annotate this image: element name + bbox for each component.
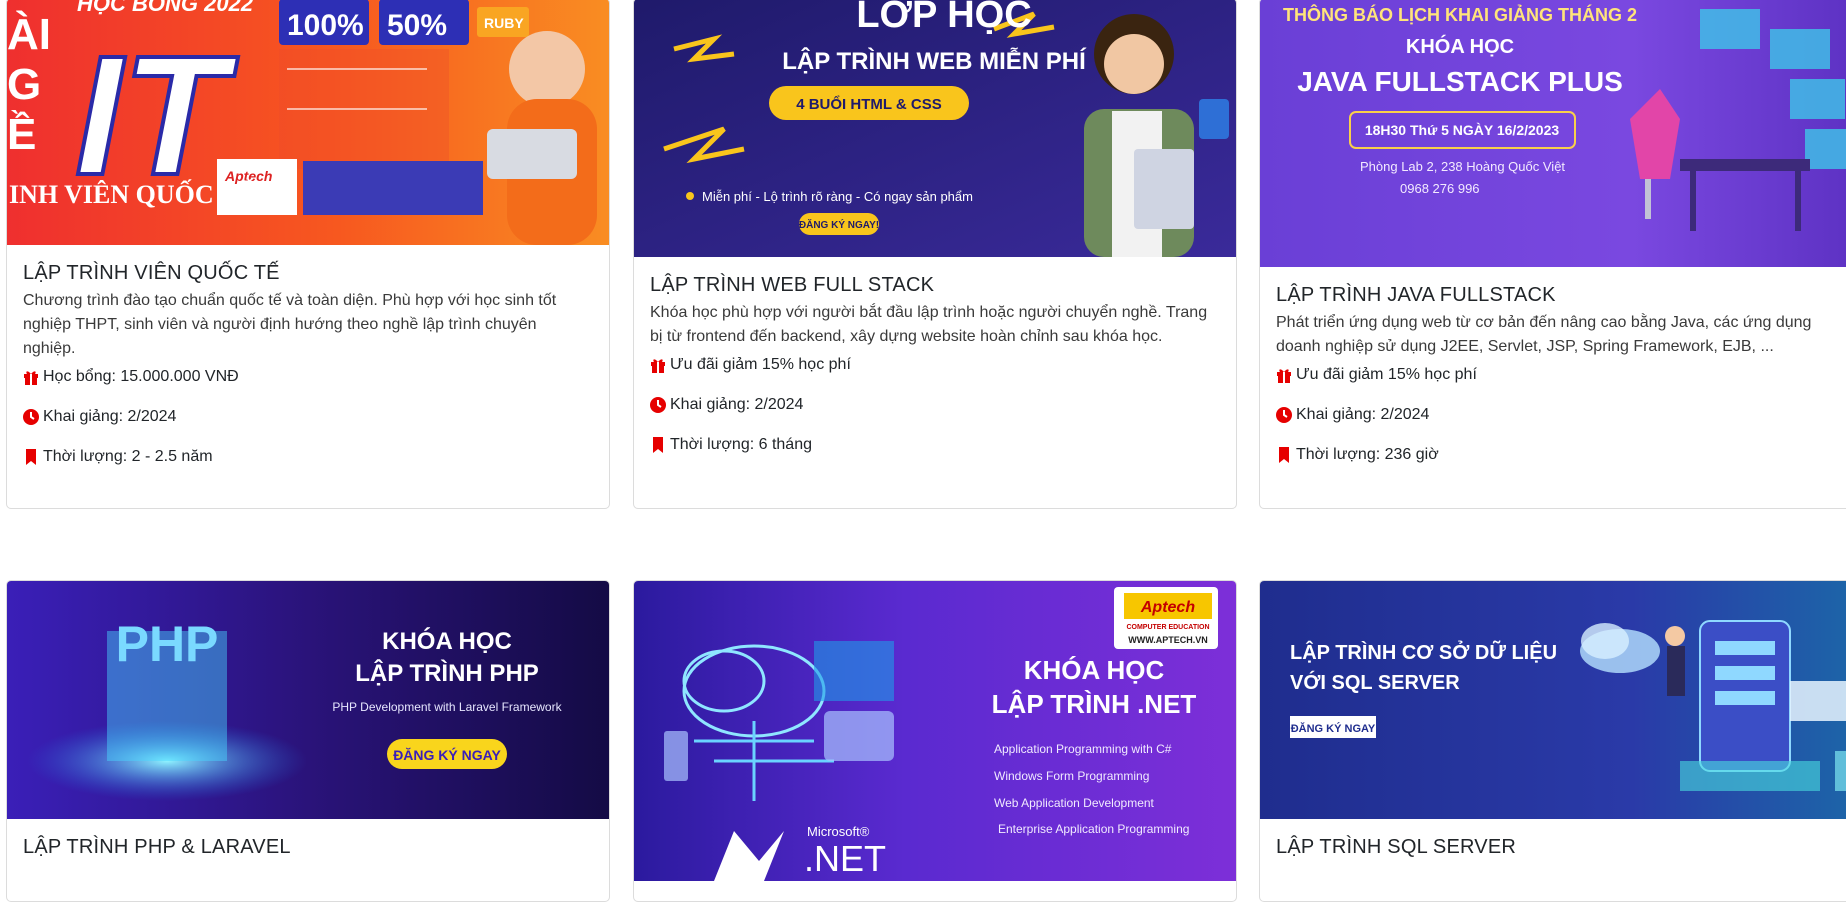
banner-side-text: Ề xyxy=(7,109,36,159)
course-meta-start: Khai giảng: 2/2024 xyxy=(650,395,1220,415)
badge-50: 50% xyxy=(387,9,447,42)
banner-cta: ĐĂNG KÝ NGAY xyxy=(393,746,501,763)
meta-text: Thời lượng: 6 tháng xyxy=(670,436,812,453)
course-title[interactable]: LẬP TRÌNH PHP & LARAVEL xyxy=(23,835,593,859)
course-meta-start: Khai giảng: 2/2024 xyxy=(1276,405,1846,425)
banner-cta: ĐĂNG KÝ NGAY! xyxy=(799,218,879,231)
banner-side-text: G xyxy=(7,60,41,109)
banner-line-1: KHÓA HỌC xyxy=(382,627,512,655)
meta-text: Ưu đãi giảm 15% học phí xyxy=(670,356,851,373)
banner-top-text: THÔNG BÁO LỊCH KHAI GIẢNG THÁNG 2 xyxy=(1283,4,1637,25)
banner-line-2: LẬP TRÌNH .NET xyxy=(992,689,1197,719)
course-description: Khóa học phù hợp với người bắt đầu lập t… xyxy=(650,304,1208,345)
banner-footer: Miễn phí - Lộ trình rõ ràng - Có ngay sả… xyxy=(702,189,973,204)
microsoft-label: Microsoft® xyxy=(807,824,870,839)
course-title[interactable]: LẬP TRÌNH VIÊN QUỐC TẾ xyxy=(23,261,593,285)
course-description: Phát triển ứng dụng web từ cơ bản đến nâ… xyxy=(1276,314,1812,355)
course-banner-image[interactable]: HỌC BỔNG 2022 IT ÀI G Ề 100% 50% RUBY Ap… xyxy=(7,0,609,245)
banner-sub: PHP Development with Laravel Framework xyxy=(332,700,562,714)
banner-date-pill: 18H30 Thứ 5 NGÀY 16/2/2023 xyxy=(1365,122,1560,138)
clock-icon xyxy=(23,409,39,425)
banner-bullet: Web Application Development xyxy=(994,796,1155,810)
meta-text: Khai giảng: 2/2024 xyxy=(1296,406,1430,423)
banner-cta: ĐĂNG KÝ NGAY xyxy=(1291,722,1376,735)
course-card[interactable]: LỚP HỌC LẬP TRÌNH WEB MIỄN PHÍ 4 BUỔI HT… xyxy=(633,0,1237,509)
gift-icon xyxy=(650,357,666,373)
meta-text: Khai giảng: 2/2024 xyxy=(43,408,177,425)
dotnet-logo: .NET xyxy=(804,838,886,879)
banner-bullet: Application Programming with C# xyxy=(994,742,1172,756)
aptech-url: WWW.APTECH.VN xyxy=(1128,635,1208,645)
bookmark-icon xyxy=(650,437,666,453)
course-meta-discount: Ưu đãi giảm 15% học phí xyxy=(650,355,1220,375)
banner-bullet: Enterprise Application Programming xyxy=(998,822,1189,836)
course-banner-image[interactable]: LẬP TRÌNH CƠ SỞ DỮ LIỆU VỚI SQL SERVER Đ… xyxy=(1260,581,1846,819)
bookmark-icon xyxy=(23,449,39,465)
aptech-logo: Aptech xyxy=(1140,599,1195,616)
course-banner-image[interactable]: THÔNG BÁO LỊCH KHAI GIẢNG THÁNG 2 KHÓA H… xyxy=(1260,0,1846,267)
banner-phone: 0968 276 996 xyxy=(1400,181,1480,196)
meta-text: Thời lượng: 2 - 2.5 năm xyxy=(43,448,213,465)
banner-tag: RUBY xyxy=(484,15,524,31)
banner-headline: LỚP HỌC xyxy=(856,0,1031,36)
course-meta-discount: Ưu đãi giảm 15% học phí xyxy=(1276,365,1846,385)
banner-line-1: LẬP TRÌNH CƠ SỞ DỮ LIỆU xyxy=(1290,640,1557,664)
badge-100: 100% xyxy=(287,9,364,42)
banner-side-text: ÀI xyxy=(7,9,51,59)
course-meta-duration: Thời lượng: 2 - 2.5 năm xyxy=(23,447,593,467)
banner-bullet: Windows Form Programming xyxy=(994,769,1149,783)
course-banner-image[interactable]: Aptech COMPUTER EDUCATION WWW.APTECH.VN … xyxy=(634,581,1236,881)
course-banner-image[interactable]: LỚP HỌC LẬP TRÌNH WEB MIỄN PHÍ 4 BUỔI HT… xyxy=(634,0,1236,257)
banner-address: Phòng Lab 2, 238 Hoàng Quốc Việt xyxy=(1360,159,1565,174)
course-card[interactable]: LẬP TRÌNH CƠ SỞ DỮ LIỆU VỚI SQL SERVER Đ… xyxy=(1259,580,1846,902)
meta-text: Thời lượng: 236 giờ xyxy=(1296,446,1439,463)
php-logo: PHP xyxy=(116,616,219,672)
banner-bottom-text: INH VIÊN QUỐC TẾ xyxy=(9,180,254,209)
course-meta-duration: Thời lượng: 236 giờ xyxy=(1276,445,1846,465)
meta-text: Khai giảng: 2/2024 xyxy=(670,396,804,413)
banner-line-2: VỚI SQL SERVER xyxy=(1290,670,1460,694)
course-card[interactable]: Aptech COMPUTER EDUCATION WWW.APTECH.VN … xyxy=(633,580,1237,902)
course-meta-scholarship: Học bổng: 15.000.000 VNĐ xyxy=(23,367,593,387)
banner-line-1: KHÓA HỌC xyxy=(1406,34,1514,58)
bookmark-icon xyxy=(1276,447,1292,463)
course-title[interactable]: LẬP TRÌNH WEB FULL STACK xyxy=(650,273,1220,297)
course-card[interactable]: THÔNG BÁO LỊCH KHAI GIẢNG THÁNG 2 KHÓA H… xyxy=(1259,0,1846,509)
meta-text: Ưu đãi giảm 15% học phí xyxy=(1296,366,1477,383)
banner-subheadline: LẬP TRÌNH WEB MIỄN PHÍ xyxy=(782,46,1087,75)
course-meta-duration: Thời lượng: 6 tháng xyxy=(650,435,1220,455)
banner-line-1: KHÓA HỌC xyxy=(1024,655,1165,685)
banner-pill: 4 BUỔI HTML & CSS xyxy=(796,95,942,113)
course-meta-start: Khai giảng: 2/2024 xyxy=(23,407,593,427)
course-card[interactable]: PHP KHÓA HỌC LẬP TRÌNH PHP PHP Developme… xyxy=(6,580,610,902)
course-description: Chương trình đào tạo chuẩn quốc tế và to… xyxy=(23,292,557,357)
banner-top-text: HỌC BỔNG 2022 xyxy=(77,0,254,16)
course-title[interactable]: LẬP TRÌNH JAVA FULLSTACK xyxy=(1276,283,1846,307)
banner-line-2: JAVA FULLSTACK PLUS xyxy=(1297,66,1623,97)
meta-text: Học bổng: 15.000.000 VNĐ xyxy=(43,368,239,385)
clock-icon xyxy=(650,397,666,413)
gift-icon xyxy=(1276,367,1292,383)
course-banner-image[interactable]: PHP KHÓA HỌC LẬP TRÌNH PHP PHP Developme… xyxy=(7,581,609,819)
aptech-logo-sub: COMPUTER EDUCATION xyxy=(1126,624,1209,631)
course-card[interactable]: HỌC BỔNG 2022 IT ÀI G Ề 100% 50% RUBY Ap… xyxy=(6,0,610,509)
banner-line-2: LẬP TRÌNH PHP xyxy=(355,659,539,687)
gift-icon xyxy=(23,369,39,385)
clock-icon xyxy=(1276,407,1292,423)
course-title[interactable]: LẬP TRÌNH SQL SERVER xyxy=(1276,835,1846,859)
